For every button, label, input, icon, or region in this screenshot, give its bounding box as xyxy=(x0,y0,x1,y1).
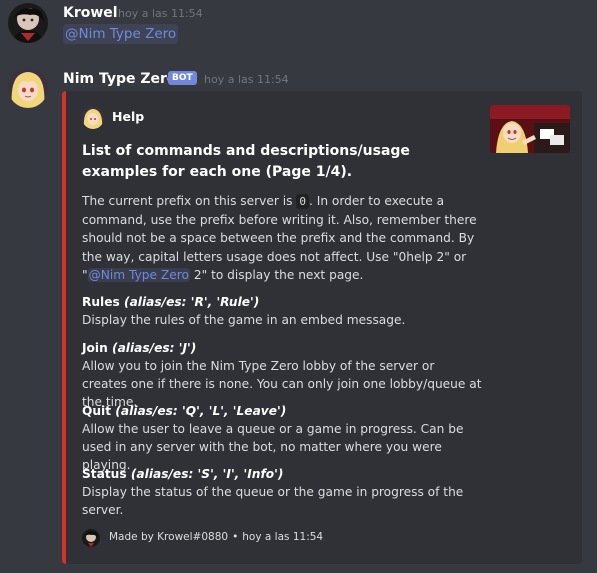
embed-author-name: Help xyxy=(112,109,145,124)
chat-window: Krowel hoy a las 11:54 @Nim Type Zero Ni… xyxy=(0,0,597,573)
field-title: Status xyxy=(82,467,127,481)
field-name: Quit (alias/es: 'Q', 'L', 'Leave') xyxy=(82,402,482,420)
field-join: Join (alias/es: 'J') Allow you to join t… xyxy=(82,339,482,412)
field-value: Display the status of the queue or the g… xyxy=(82,485,464,518)
field-alias: (alias/es: 'R', 'Rule') xyxy=(124,295,260,309)
message-timestamp: hoy a las 11:54 xyxy=(118,7,203,20)
field-name: Join (alias/es: 'J') xyxy=(82,339,482,357)
footer-timestamp: hoy a las 11:54 xyxy=(242,531,324,543)
footer-credit: Made by Krowel#0880 xyxy=(109,531,229,543)
field-title: Join xyxy=(82,341,108,355)
footer-separator: • xyxy=(232,531,239,543)
footer-text: Made by Krowel#0880 • hoy a las 11:54 xyxy=(109,531,323,543)
description-text: The current prefix on this server is xyxy=(82,194,297,208)
description-text: 2" to display the next page. xyxy=(189,267,364,282)
field-value: Display the rules of the game in an embe… xyxy=(82,313,406,327)
krowel-avatar[interactable] xyxy=(8,3,48,43)
field-title: Rules xyxy=(82,295,120,309)
nim-type-zero-avatar[interactable] xyxy=(8,68,48,108)
embed-author-icon xyxy=(82,107,104,129)
embed-thumbnail-image[interactable] xyxy=(490,105,570,153)
footer-avatar-icon xyxy=(82,529,100,547)
krowel-username[interactable]: Krowel xyxy=(63,4,118,22)
field-name: Status (alias/es: 'S', 'I', 'Info') xyxy=(82,465,482,483)
field-rules: Rules (alias/es: 'R', 'Rule') Display th… xyxy=(82,293,482,329)
field-alias: (alias/es: 'S', 'I', 'Info') xyxy=(130,467,284,481)
description-mention[interactable]: @Nim Type Zero xyxy=(87,267,190,282)
field-status: Status (alias/es: 'S', 'I', 'Info') Disp… xyxy=(82,465,482,519)
nim-type-zero-username[interactable]: Nim Type Zero xyxy=(63,70,177,88)
field-title: Quit xyxy=(82,404,112,418)
message-timestamp: hoy a las 11:54 xyxy=(204,73,289,86)
embed-description: The current prefix on this server is 0. … xyxy=(82,192,492,284)
mention-nim-type-zero[interactable]: @Nim Type Zero xyxy=(63,24,179,44)
field-alias: (alias/es: 'J') xyxy=(112,341,197,355)
field-alias: (alias/es: 'Q', 'L', 'Leave') xyxy=(115,404,287,418)
bot-tag-badge: BOT xyxy=(168,71,197,85)
embed-title: List of commands and descriptions/usage … xyxy=(82,143,410,180)
message-krowel: Krowel hoy a las 11:54 @Nim Type Zero xyxy=(0,0,597,60)
help-embed: Help List of commands and descriptions/u… xyxy=(62,91,582,564)
field-quit: Quit (alias/es: 'Q', 'L', 'Leave') Allow… xyxy=(82,402,482,475)
field-name: Rules (alias/es: 'R', 'Rule') xyxy=(82,293,482,311)
prefix-code: 0 xyxy=(296,194,309,209)
